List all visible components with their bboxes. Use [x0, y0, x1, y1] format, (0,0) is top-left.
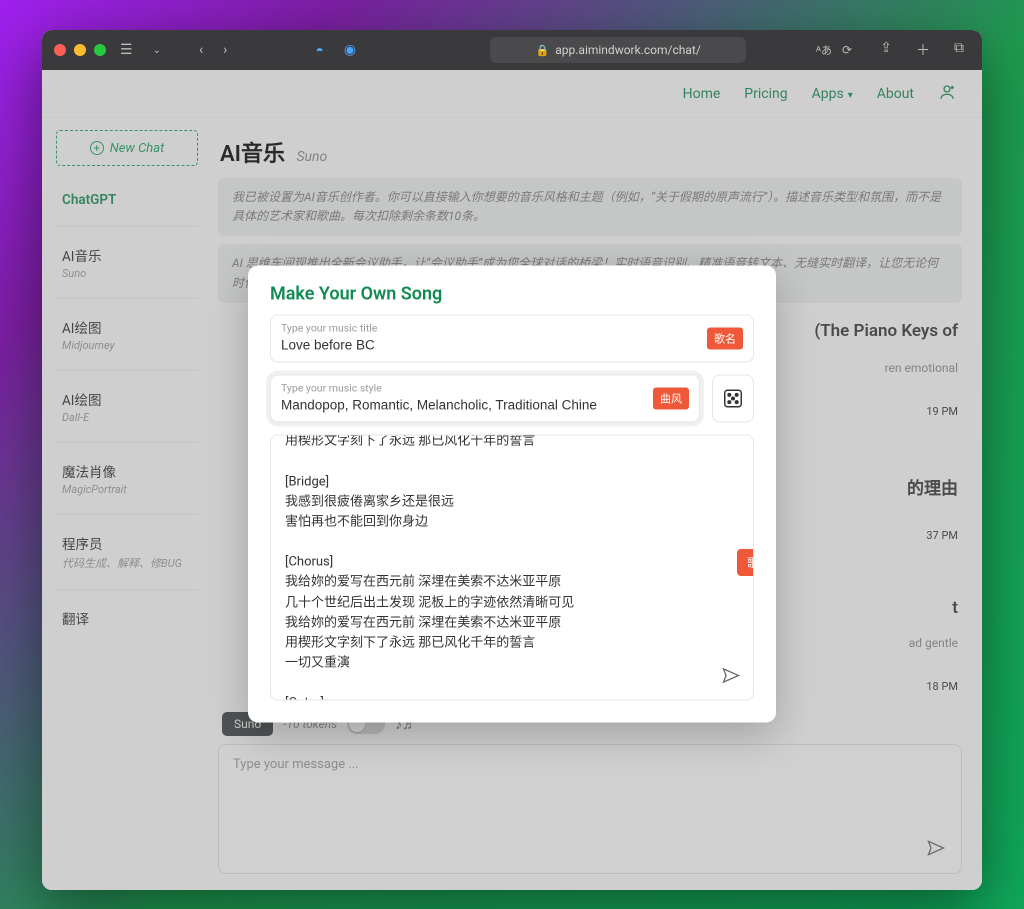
tabs-overview-icon[interactable]: ⧉ [948, 40, 970, 60]
song-title-label: Type your music title [281, 322, 743, 335]
reload-icon[interactable]: ⟳ [842, 43, 852, 57]
window-controls [54, 44, 106, 56]
browser-window: ☰ ⌄ ‹ › ◓ ◉ 🔒 app.aimindwork.com/chat/ ᴬ… [42, 30, 982, 890]
sidebar-toggle-icon[interactable]: ☰ [114, 42, 139, 58]
lyrics-send-button[interactable] [721, 666, 741, 690]
back-icon[interactable]: ‹ [193, 42, 209, 58]
modal-title: Make Your Own Song [270, 284, 754, 305]
lyrics-text: 用楔形文字刻下了永远 那已风化千年的誓言 [Bridge] 我感到很疲倦离家乡还… [285, 435, 705, 701]
song-style-input[interactable] [281, 396, 689, 413]
song-style-label: Type your music style [281, 382, 689, 395]
title-badge: 歌名 [707, 328, 743, 350]
close-window-icon[interactable] [54, 44, 66, 56]
url-text: app.aimindwork.com/chat/ [555, 43, 701, 57]
song-style-field[interactable]: Type your music style 曲风 [270, 375, 700, 423]
lock-icon: 🔒 [536, 44, 550, 57]
address-bar[interactable]: 🔒 app.aimindwork.com/chat/ ᴬあ ⟳ [490, 37, 746, 63]
browser-toolbar: ☰ ⌄ ‹ › ◓ ◉ 🔒 app.aimindwork.com/chat/ ᴬ… [42, 30, 982, 70]
dice-icon [722, 388, 744, 410]
song-title-field[interactable]: Type your music title 歌名 [270, 315, 754, 363]
share-icon[interactable]: ⇪ [874, 40, 898, 60]
lyrics-field[interactable]: 用楔形文字刻下了永远 那已风化千年的誓言 [Bridge] 我感到很疲倦离家乡还… [270, 435, 754, 701]
send-icon [721, 666, 741, 686]
chevron-down-icon[interactable]: ⌄ [147, 45, 167, 56]
extension-icon[interactable]: ◉ [338, 42, 362, 58]
forward-icon[interactable]: › [217, 42, 233, 58]
minimize-window-icon[interactable] [74, 44, 86, 56]
maximize-window-icon[interactable] [94, 44, 106, 56]
song-title-input[interactable] [281, 336, 743, 353]
lyrics-badge: 歌词 [737, 549, 754, 576]
song-modal: Make Your Own Song Type your music title… [248, 266, 776, 723]
shield-icon[interactable]: ◓ [309, 42, 329, 59]
style-badge: 曲风 [653, 388, 689, 410]
reader-icon[interactable]: ᴬあ [816, 42, 832, 58]
new-tab-icon[interactable]: ＋ [910, 40, 936, 60]
randomize-button[interactable] [712, 375, 754, 423]
